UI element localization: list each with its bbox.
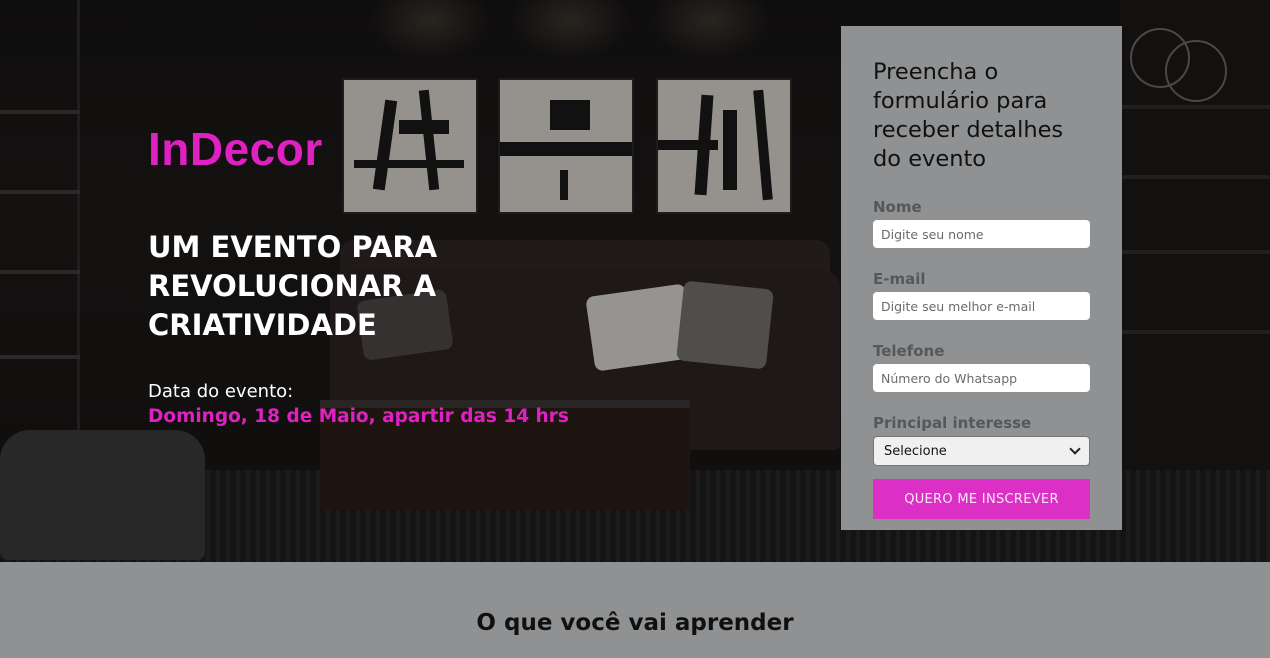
phone-label: Telefone bbox=[873, 342, 945, 360]
interest-select[interactable]: Selecione bbox=[873, 436, 1090, 466]
learn-section: O que você vai aprender bbox=[0, 562, 1270, 658]
name-label: Nome bbox=[873, 198, 922, 216]
learn-title: O que você vai aprender bbox=[476, 610, 794, 636]
hero-section: InDecor UM EVENTO PARA REVOLUCIONAR A CR… bbox=[0, 0, 1270, 562]
hero-text: InDecor UM EVENTO PARA REVOLUCIONAR A CR… bbox=[148, 122, 668, 427]
form-title: Preencha o formulário para receber detal… bbox=[873, 59, 1064, 172]
interest-select-value: Selecione bbox=[884, 443, 947, 459]
interest-label: Principal interesse bbox=[873, 414, 1032, 432]
event-date-label: Data do evento: bbox=[148, 381, 294, 402]
event-date-value: Domingo, 18 de Maio, apartir das 14 hrs bbox=[148, 406, 569, 427]
signup-form: Preencha o formulário para receber detal… bbox=[841, 26, 1122, 530]
headline-line: UM EVENTO PARA bbox=[148, 230, 438, 264]
subscribe-button[interactable]: QUERO ME INSCREVER bbox=[873, 479, 1090, 519]
email-label: E-mail bbox=[873, 270, 926, 288]
hero-headline: UM EVENTO PARA REVOLUCIONAR A CRIATIVIDA… bbox=[148, 228, 668, 345]
name-input[interactable]: Digite seu nome bbox=[873, 220, 1090, 248]
phone-input[interactable]: Número do Whatsapp bbox=[873, 364, 1090, 392]
headline-line: REVOLUCIONAR A bbox=[148, 269, 437, 303]
email-input[interactable]: Digite seu melhor e-mail bbox=[873, 292, 1090, 320]
chevron-down-icon bbox=[1069, 443, 1081, 455]
brand-logo: InDecor bbox=[148, 123, 323, 175]
headline-line: CRIATIVIDADE bbox=[148, 308, 377, 342]
